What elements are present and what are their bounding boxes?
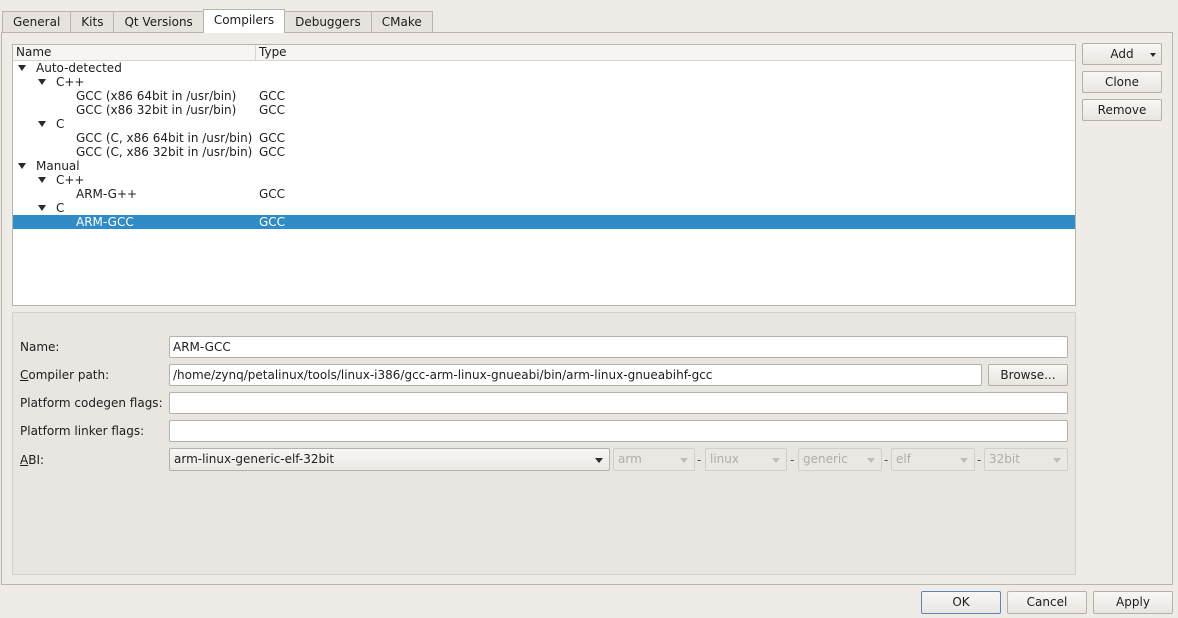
abi-width-value: 32bit [989, 452, 1020, 466]
tab-debuggers[interactable]: Debuggers [285, 11, 371, 33]
tab-general[interactable]: General [2, 11, 71, 33]
abi-os-combo[interactable]: linux [705, 448, 787, 471]
row-type: GCC [259, 103, 286, 117]
expand-arrow-icon[interactable] [18, 163, 26, 169]
compiler-row[interactable]: GCC (x86 64bit in /usr/bin) GCC [13, 89, 1075, 103]
name-field[interactable]: ARM-GCC [169, 336, 1068, 358]
row-name: C++ [56, 173, 85, 187]
row-name: Manual [36, 159, 80, 173]
row-type: GCC [259, 145, 286, 159]
tree-header: Name Type [13, 45, 1075, 61]
tab-cmake[interactable]: CMake [370, 11, 433, 33]
column-header-name[interactable]: Name [13, 45, 256, 61]
tree-body: Auto-detected C++ GCC (x86 64bit in /usr/b… [13, 61, 1075, 229]
tab-kits[interactable]: Kits [70, 11, 114, 33]
row-name: C [56, 201, 65, 215]
ok-button[interactable]: OK [921, 591, 1001, 614]
row-name: GCC (C, x86 32bit in /usr/bin) [76, 145, 253, 159]
chevron-down-icon [1053, 458, 1061, 463]
abi-format-value: elf [896, 452, 911, 466]
chevron-down-icon [1150, 53, 1156, 57]
row-type: GCC [259, 215, 286, 229]
abi-separator: - [697, 453, 702, 467]
compiler-path-field[interactable]: /home/zynq/petalinux/tools/linux-i386/gc… [169, 364, 982, 386]
abi-combo[interactable]: arm-linux-generic-elf-32bit [169, 448, 610, 471]
tree-group-row[interactable]: C++ [13, 173, 1075, 187]
compiler-row[interactable]: GCC (x86 32bit in /usr/bin) GCC [13, 103, 1075, 117]
tree-group-row[interactable]: C [13, 117, 1075, 131]
abi-width-combo[interactable]: 32bit [984, 448, 1068, 471]
tree-group-row[interactable]: C [13, 201, 1075, 215]
abi-separator: - [790, 453, 795, 467]
chevron-down-icon [680, 458, 688, 463]
abi-architecture-combo[interactable]: arm [613, 448, 695, 471]
browse-button[interactable]: Browse... [988, 364, 1068, 386]
expand-arrow-icon[interactable] [18, 65, 26, 71]
tree-group-row[interactable]: Auto-detected [13, 61, 1075, 75]
cancel-button[interactable]: Cancel [1007, 591, 1087, 614]
abi-separator: - [977, 453, 982, 467]
tab-compilers[interactable]: Compilers [202, 9, 286, 33]
row-type: GCC [259, 131, 286, 145]
compiler-row[interactable]: GCC (C, x86 64bit in /usr/bin) GCC [13, 131, 1075, 145]
remove-button[interactable]: Remove [1082, 99, 1162, 121]
compiler-row[interactable]: ARM-GCC GCC [13, 215, 1075, 229]
tree-group-row[interactable]: C++ [13, 75, 1075, 89]
chevron-down-icon [960, 458, 968, 463]
row-name: C++ [56, 75, 85, 89]
abi-os-value: linux [710, 452, 739, 466]
compiler-row[interactable]: GCC (C, x86 32bit in /usr/bin) GCC [13, 145, 1075, 159]
apply-button[interactable]: Apply [1093, 591, 1173, 614]
row-name: ARM-G++ [76, 187, 138, 201]
abi-format-combo[interactable]: elf [891, 448, 975, 471]
linker-flags-field[interactable] [169, 420, 1068, 442]
chevron-down-icon [772, 458, 780, 463]
row-type: GCC [259, 89, 286, 103]
clone-button[interactable]: Clone [1082, 71, 1162, 93]
compiler-path-label: Compiler path: [20, 368, 110, 382]
column-header-type[interactable]: Type [256, 45, 287, 61]
abi-flavor-combo[interactable]: generic [798, 448, 882, 471]
row-name: GCC (x86 32bit in /usr/bin) [76, 103, 237, 117]
tree-group-row[interactable]: Manual [13, 159, 1075, 173]
expand-arrow-icon[interactable] [38, 79, 46, 85]
add-button-label: Add [1110, 47, 1134, 61]
expand-arrow-icon[interactable] [38, 205, 46, 211]
chevron-down-icon [595, 458, 603, 463]
chevron-down-icon [867, 458, 875, 463]
tab-qt-versions[interactable]: Qt Versions [113, 11, 203, 33]
tab-bar: General Kits Qt Versions Compilers Debug… [2, 9, 433, 33]
abi-flavor-value: generic [803, 452, 848, 466]
abi-separator: - [884, 453, 889, 467]
name-label: Name: [20, 340, 60, 354]
row-name: Auto-detected [36, 61, 122, 75]
row-name: C [56, 117, 65, 131]
abi-label: ABI: [20, 453, 45, 467]
row-name: GCC (C, x86 64bit in /usr/bin) [76, 131, 253, 145]
compiler-row[interactable]: ARM-G++ GCC [13, 187, 1075, 201]
row-type: GCC [259, 187, 286, 201]
row-name: GCC (x86 64bit in /usr/bin) [76, 89, 237, 103]
expand-arrow-icon[interactable] [38, 177, 46, 183]
expand-arrow-icon[interactable] [38, 121, 46, 127]
codegen-flags-label: Platform codegen flags: [20, 396, 163, 410]
abi-architecture-value: arm [618, 452, 642, 466]
add-button[interactable]: Add [1082, 43, 1162, 65]
codegen-flags-field[interactable] [169, 392, 1068, 414]
abi-combo-value: arm-linux-generic-elf-32bit [174, 452, 335, 466]
row-name: ARM-GCC [76, 215, 134, 229]
linker-flags-label: Platform linker flags: [20, 424, 145, 438]
compiler-tree[interactable]: Name Type Auto-detected C++ GCC (x86 64bit… [12, 44, 1076, 306]
